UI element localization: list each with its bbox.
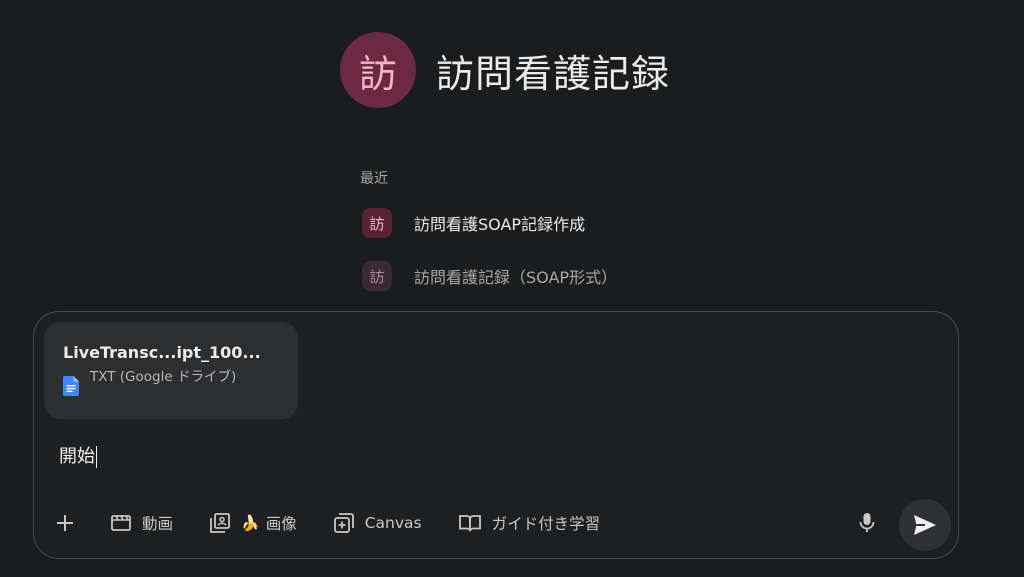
send-button[interactable] xyxy=(899,499,951,551)
image-gallery-icon xyxy=(210,513,230,533)
google-docs-icon xyxy=(63,376,79,396)
prompt-input[interactable]: 開始 xyxy=(59,442,97,468)
canvas-tool-label: Canvas xyxy=(364,514,422,532)
microphone-button[interactable] xyxy=(856,511,878,535)
text-caret xyxy=(96,446,97,468)
add-button[interactable] xyxy=(54,512,76,534)
book-icon xyxy=(458,515,481,532)
send-icon xyxy=(914,515,936,535)
prompt-input-value: 開始 xyxy=(59,446,95,467)
attachment-filetype: TXT (Google ドライブ) xyxy=(90,369,237,385)
recent-item[interactable]: 訪 訪問看護SOAP記録作成 xyxy=(362,208,585,238)
canvas-icon xyxy=(333,513,354,533)
recent-label: 最近 xyxy=(360,171,388,187)
attachment-filename: LiveTransc...ipt_100... xyxy=(63,343,261,362)
image-tool-button[interactable]: 🍌 画像 xyxy=(209,512,297,534)
prompt-composer: LiveTransc...ipt_100... TXT (Google ドライブ… xyxy=(33,311,959,559)
recent-item[interactable]: 訪 訪問看護記録（SOAP形式） xyxy=(362,261,617,291)
attachment-meta: TXT (Google ドライブ) xyxy=(63,368,298,396)
microphone-icon xyxy=(859,513,875,532)
recent-item-label: 訪問看護SOAP記録作成 xyxy=(414,215,586,234)
video-icon xyxy=(111,515,131,531)
recent-item-avatar: 訪 xyxy=(362,208,392,238)
video-tool-label: 動画 xyxy=(142,515,174,533)
gem-avatar: 訪 xyxy=(340,32,416,108)
banana-emoji: 🍌 xyxy=(241,514,260,532)
attachment-chip[interactable]: LiveTransc...ipt_100... TXT (Google ドライブ… xyxy=(44,322,298,419)
guided-learning-label: ガイド付き学習 xyxy=(491,515,601,533)
plus-icon xyxy=(57,515,73,531)
composer-toolbar: 動画 🍌 画像 Canvas ガイド付き学習 xyxy=(54,508,636,538)
image-tool-label: 画像 xyxy=(265,515,297,533)
gem-header: 訪 訪問看護記録 xyxy=(340,32,670,108)
guided-learning-button[interactable]: ガイド付き学習 xyxy=(458,512,601,534)
recent-item-label: 訪問看護記録（SOAP形式） xyxy=(414,268,618,287)
video-tool-button[interactable]: 動画 xyxy=(110,512,173,534)
canvas-tool-button[interactable]: Canvas xyxy=(333,512,422,534)
gem-title: 訪問看護記録 xyxy=(436,51,671,96)
recent-item-avatar: 訪 xyxy=(362,261,392,291)
